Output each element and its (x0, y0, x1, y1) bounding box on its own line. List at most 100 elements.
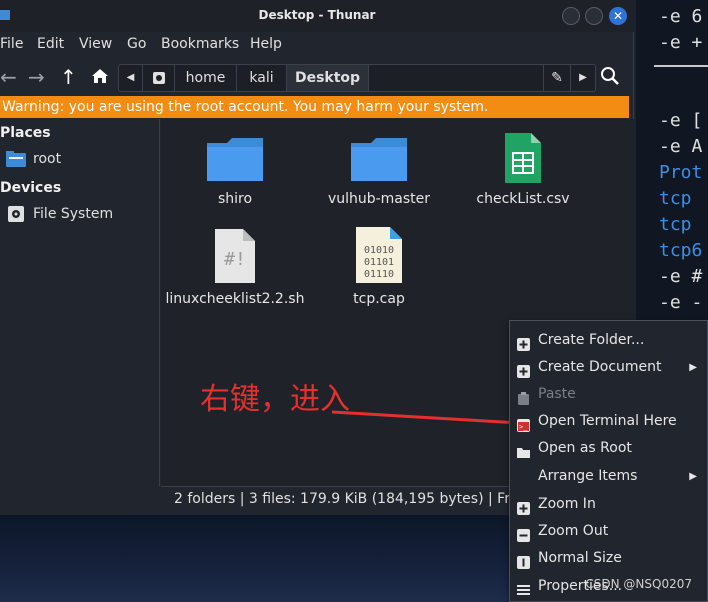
menu-item-open-as-root[interactable]: Open as Root (510, 435, 708, 462)
drive-icon (6, 206, 26, 222)
menu-item-zoom-in[interactable]: Zoom In (510, 491, 708, 518)
menu-help[interactable]: Help (250, 36, 282, 52)
titlebar[interactable]: Desktop - Thunar ✕ (0, 0, 634, 32)
plus-icon (517, 334, 530, 351)
path-segment-kali[interactable]: kali (237, 65, 287, 91)
up-arrow-icon[interactable]: ↑ (60, 66, 77, 88)
file-item-folder[interactable]: vulhub-master (309, 135, 449, 207)
zoom-in-icon (517, 498, 530, 515)
menu-item-normal-size[interactable]: Normal Size (510, 545, 708, 572)
submenu-arrow-icon: ▶ (689, 471, 697, 482)
menu-item-create-document[interactable]: Create Document ▶ (510, 354, 708, 381)
menu-go[interactable]: Go (127, 36, 146, 52)
file-name: vulhub-master (327, 191, 431, 207)
svg-text:01110: 01110 (364, 269, 394, 280)
terminal-icon: >_ (517, 415, 530, 432)
file-name: checkList.csv (476, 191, 570, 207)
terminal-line: -e + (659, 32, 703, 53)
menubar: File Edit View Go Bookmarks Help (0, 32, 634, 58)
annotation-label: 右键，进入 (200, 382, 350, 417)
pencil-icon[interactable]: ✎ (543, 65, 571, 91)
script-file-icon: #! (215, 229, 255, 283)
file-item-folder[interactable]: shiro (165, 135, 305, 207)
toolbar: ← → ↑ ◀ home kali Desktop ✎ ▶ (0, 60, 634, 94)
folder-icon (517, 442, 530, 458)
menu-file[interactable]: File (0, 36, 23, 52)
menu-item-label: Create Folder... (538, 332, 645, 348)
menu-item-paste[interactable]: Paste (510, 381, 708, 408)
search-icon[interactable] (600, 66, 620, 90)
menu-item-label: Zoom In (538, 496, 596, 512)
forward-arrow-icon[interactable]: → (28, 66, 45, 88)
file-item-binary[interactable]: 01010 01101 01110 tcp.cap (309, 225, 449, 307)
path-scroll-left-icon[interactable]: ◀ (119, 65, 143, 91)
menu-item-arrange-items[interactable]: Arrange Items ▶ (510, 463, 708, 490)
menu-item-label: Normal Size (538, 550, 622, 566)
minimize-button[interactable] (562, 7, 580, 25)
terminal-line: -e - (659, 292, 703, 313)
menu-edit[interactable]: Edit (37, 36, 64, 52)
menu-item-label: Paste (538, 386, 576, 402)
file-item-script[interactable]: #! linuxcheeklist2.2.sh (165, 227, 305, 307)
context-menu: Create Folder... Create Document ▶ Paste… (509, 320, 708, 602)
sidebar-item-root[interactable]: root (6, 151, 61, 167)
menu-item-label: Create Document (538, 359, 662, 375)
sidebar: Places root Devices File System (0, 119, 160, 486)
path-segment-home[interactable]: home (175, 65, 237, 91)
watermark: CSDN @NSQ0207 (585, 577, 692, 591)
terminal-line: -e 6 (659, 6, 703, 27)
menu-item-label: Open Terminal Here (538, 413, 677, 429)
menu-item-zoom-out[interactable]: Zoom Out (510, 518, 708, 545)
root-warning-banner: Warning: you are using the root account.… (0, 96, 629, 118)
window-title: Desktop - Thunar (258, 8, 376, 22)
terminal-line: Prot (659, 162, 703, 183)
file-item-spreadsheet[interactable]: checkList.csv (453, 131, 593, 207)
terminal-line: -e # (659, 266, 703, 287)
file-name: shiro (217, 191, 253, 207)
terminal-line: -e [ (659, 110, 703, 131)
menu-view[interactable]: View (79, 36, 112, 52)
file-name: tcp.cap (353, 291, 405, 307)
properties-icon (517, 580, 530, 595)
svg-text:#!: #! (224, 249, 246, 270)
terminal-line: -e A (659, 136, 703, 157)
menu-item-label: Arrange Items (538, 468, 638, 484)
folder-icon (6, 151, 26, 167)
sidebar-item-label: root (33, 151, 62, 167)
menu-item-label: Open as Root (538, 440, 632, 456)
svg-text:01010: 01010 (364, 245, 394, 256)
sidebar-header-devices: Devices (0, 180, 62, 196)
path-bar: ◀ home kali Desktop ✎ ▶ (118, 64, 596, 92)
sidebar-item-filesystem[interactable]: File System (6, 206, 113, 222)
clipboard-icon (517, 388, 530, 405)
plus-icon (517, 361, 530, 378)
terminal-line: tcp (659, 188, 692, 209)
maximize-button[interactable] (585, 7, 603, 25)
close-icon: ✕ (612, 9, 624, 23)
terminal-divider (654, 65, 708, 67)
file-name: linuxcheeklist2.2.sh (165, 291, 305, 307)
folder-icon (351, 138, 407, 181)
path-segment-desktop[interactable]: Desktop (287, 65, 369, 91)
back-arrow-icon[interactable]: ← (0, 66, 17, 88)
terminal-line: tcp (659, 214, 692, 235)
home-icon[interactable] (90, 66, 110, 90)
svg-text:01101: 01101 (364, 257, 394, 268)
path-scroll-right-icon[interactable]: ▶ (571, 65, 595, 91)
zoom-out-icon (517, 525, 530, 542)
spreadsheet-icon (505, 133, 541, 183)
binary-file-icon: 010100110101110 (356, 227, 402, 283)
drive-icon[interactable] (143, 65, 175, 91)
svg-text:>_: >_ (519, 423, 528, 431)
close-button[interactable]: ✕ (609, 7, 627, 25)
normal-size-icon (517, 552, 530, 569)
menu-bookmarks[interactable]: Bookmarks (161, 36, 239, 52)
menu-item-open-terminal-here[interactable]: >_ Open Terminal Here (510, 408, 708, 435)
submenu-arrow-icon: ▶ (689, 362, 697, 373)
terminal-line: tcp6 (659, 240, 703, 261)
sidebar-header-places: Places (0, 125, 51, 141)
sidebar-item-label: File System (33, 206, 114, 222)
menu-item-create-folder[interactable]: Create Folder... (510, 327, 708, 354)
menu-item-label: Zoom Out (538, 523, 609, 539)
folder-icon (207, 138, 263, 181)
